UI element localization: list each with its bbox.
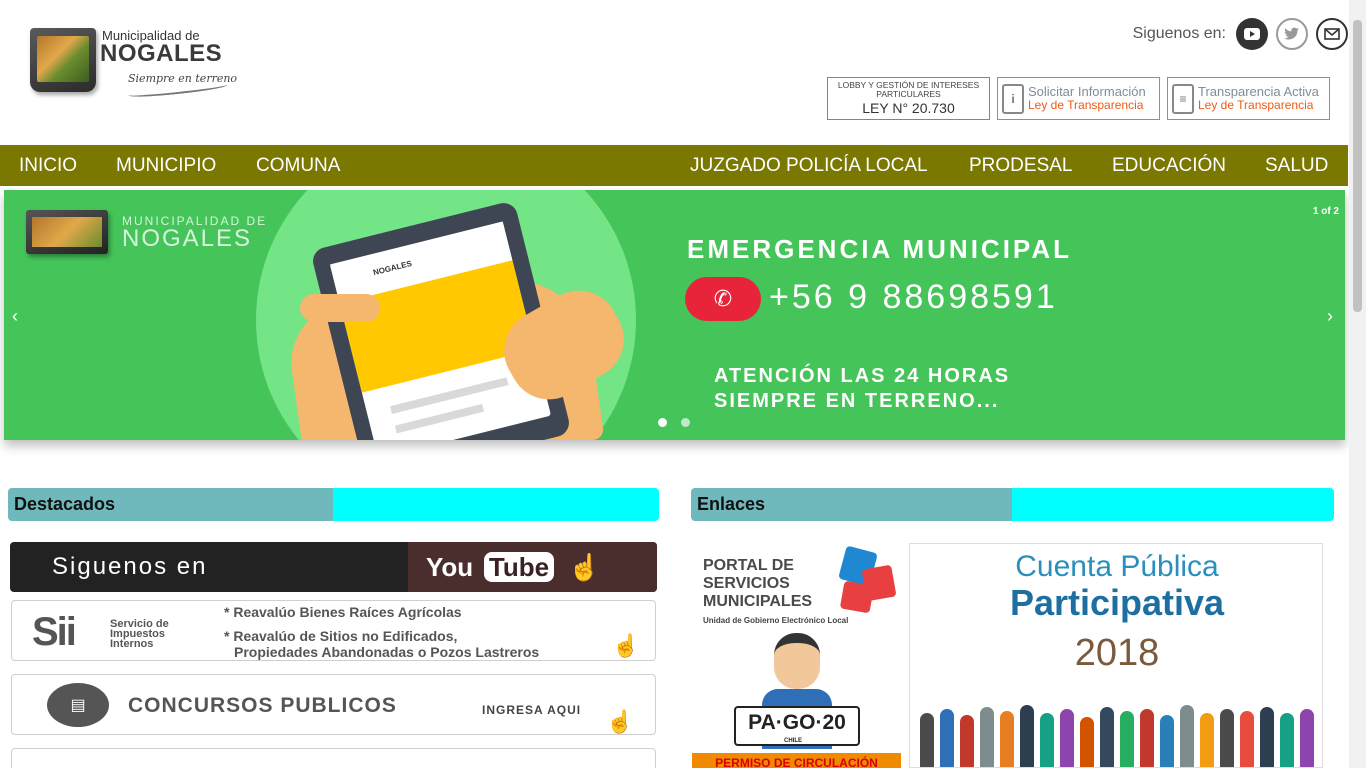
cuenta-year: 2018 [1074, 632, 1160, 674]
enlaces-header: Enlaces [691, 488, 1334, 521]
pointer-hand-icon: ☝ [568, 552, 601, 582]
nav-item-prodesal[interactable]: PRODESAL [969, 155, 1072, 177]
cuenta-line1: Cuenta Pública [1015, 550, 1219, 583]
phone-icon: ✆ [685, 277, 761, 321]
youtube-logo: You Tube ☝ [408, 542, 657, 592]
mascot-head [774, 633, 820, 689]
main-nav: INICIO MUNICIPIO COMUNA JUZGADO POLICÍA … [0, 145, 1348, 186]
slide-logo-main: NOGALES [122, 225, 253, 252]
destacados-title: Destacados [14, 494, 116, 514]
lobby-law: LEY N° 20.730 [862, 100, 955, 116]
license-plate-country: CHILE [784, 738, 802, 744]
sii-bullet-2b: Propiedades Abandonadas o Pozos Lastrero… [234, 644, 540, 660]
nav-item-educacion[interactable]: EDUCACIÓN [1112, 155, 1226, 177]
slide-heading: EMERGENCIA MUNICIPAL [687, 234, 1072, 264]
sii-bullet-1: * Reavalúo Bienes Raíces Agrícolas [224, 604, 462, 620]
sii-bullet-2: * Reavalúo de Sitios no Edificados, Prop… [224, 628, 539, 660]
lobby-line2: PARTICULARES [876, 89, 941, 99]
sii-bullet-2a: * Reavalúo de Sitios no Edificados, [224, 628, 458, 644]
slide-logo-emblem [26, 210, 108, 254]
mail-icon[interactable] [1316, 18, 1348, 50]
podium-icon: ▤ [47, 683, 109, 727]
portal-title: PORTAL DE SERVICIOS MUNICIPALES [703, 557, 812, 611]
activa-sub: Ley de Transparencia [1198, 98, 1314, 112]
transparencia-activa-link[interactable]: ≡ Transparencia Activa Ley de Transparen… [1167, 77, 1330, 120]
slider-next-arrow[interactable]: › [1327, 306, 1333, 327]
cuenta-line2: Participativa [1009, 582, 1225, 623]
concursos-link: INGRESA AQUI [482, 703, 582, 717]
youtube-logo-tube: Tube [484, 552, 554, 582]
logo-main-text: NOGALES [100, 40, 223, 67]
pointer-hand-icon: ☝ [612, 633, 640, 658]
portal-servicios-link[interactable]: PORTAL DE SERVICIOS MUNICIPALES Unidad d… [692, 543, 901, 768]
slide-tagline: ATENCIÓN LAS 24 HORAS SIEMPRE EN TERRENO… [714, 364, 1010, 414]
sii-banner[interactable]: Sii Servicio de Impuestos Internos * Rea… [11, 600, 656, 661]
enlaces-title: Enlaces [697, 494, 766, 514]
transparency-links: LOBBY Y GESTIÓN DE INTERESES PARTICULARE… [827, 77, 1330, 120]
slide-line1: ATENCIÓN LAS 24 HORAS [714, 365, 1011, 387]
youtube-banner[interactable]: Siguenos en You Tube ☝ [10, 542, 657, 592]
cuenta-publica-link[interactable]: Cuenta Pública Participativa 2018 [909, 543, 1323, 768]
nav-item-salud[interactable]: SALUD [1265, 155, 1328, 177]
logo-emblem [30, 28, 96, 92]
nav-item-inicio[interactable]: INICIO [19, 155, 77, 177]
slider-prev-arrow[interactable]: ‹ [12, 306, 18, 327]
portal-line2: SERVICIOS [703, 575, 790, 592]
hand-finger [300, 294, 380, 322]
portal-subtitle: Unidad de Gobierno Electrónico Local [703, 616, 849, 625]
sii-logo: Sii [32, 610, 77, 654]
solicitar-title: Solicitar Información [1028, 84, 1146, 99]
nav-item-juzgado[interactable]: JUZGADO POLICÍA LOCAL [690, 155, 928, 177]
solicitar-informacion-link[interactable]: i Solicitar Información Ley de Transpare… [997, 77, 1160, 120]
solicitar-sub: Ley de Transparencia [1028, 98, 1144, 112]
youtube-logo-you: You [426, 552, 474, 582]
lobby-link[interactable]: LOBBY Y GESTIÓN DE INTERESES PARTICULARE… [827, 77, 990, 120]
concursos-text: CONCURSOS PUBLICOS [128, 694, 397, 717]
pointer-hand-icon: ☝ [606, 709, 634, 734]
nav-item-municipio[interactable]: MUNICIPIO [116, 155, 216, 177]
twitter-icon[interactable] [1276, 18, 1308, 50]
page: Municipalidad de NOGALES Siempre en terr… [0, 0, 1366, 768]
slider-dots [658, 418, 690, 427]
slide-line2: SIEMPRE EN TERRENO... [714, 390, 1000, 412]
document-icon: ≡ [1172, 83, 1194, 114]
puzzle-icon [839, 580, 875, 614]
scrollbar-thumb[interactable] [1353, 20, 1362, 312]
social-bar: Siguenos en: [1133, 18, 1348, 50]
destacados-header: Destacados [8, 488, 659, 521]
slide-phone-number: +56 9 88698591 [769, 278, 1058, 316]
info-icon: i [1002, 83, 1024, 114]
youtube-banner-text: Siguenos en [52, 553, 208, 580]
slider-dot-2[interactable] [681, 418, 690, 427]
portal-line3: MUNICIPALES [703, 593, 813, 610]
scrollbar[interactable] [1349, 0, 1366, 768]
permiso-banner: PERMISO DE CIRCULACIÓN [692, 753, 901, 768]
youtube-icon[interactable] [1236, 18, 1268, 50]
portal-line1: PORTAL DE [703, 557, 794, 574]
activa-title: Transparencia Activa [1198, 84, 1319, 99]
slide-counter: 1 of 2 [1312, 206, 1339, 217]
sii-name: Servicio de Impuestos Internos [110, 619, 169, 650]
site-logo[interactable]: Municipalidad de NOGALES Siempre en terr… [28, 24, 238, 104]
concursos-banner[interactable]: ▤ CONCURSOS PUBLICOS INGRESA AQUI ☝ [11, 674, 656, 735]
hero-slider[interactable]: MUNICIPALIDAD DE NOGALES NOGALES EMERGEN… [4, 190, 1345, 440]
social-label: Siguenos en: [1132, 25, 1226, 42]
nav-item-comuna[interactable]: COMUNA [256, 155, 340, 177]
slider-dot-1[interactable] [658, 418, 667, 427]
crowd-illustration [920, 702, 1314, 767]
sii-name-3: Internos [110, 638, 154, 650]
destacados-next-card[interactable] [11, 748, 656, 768]
